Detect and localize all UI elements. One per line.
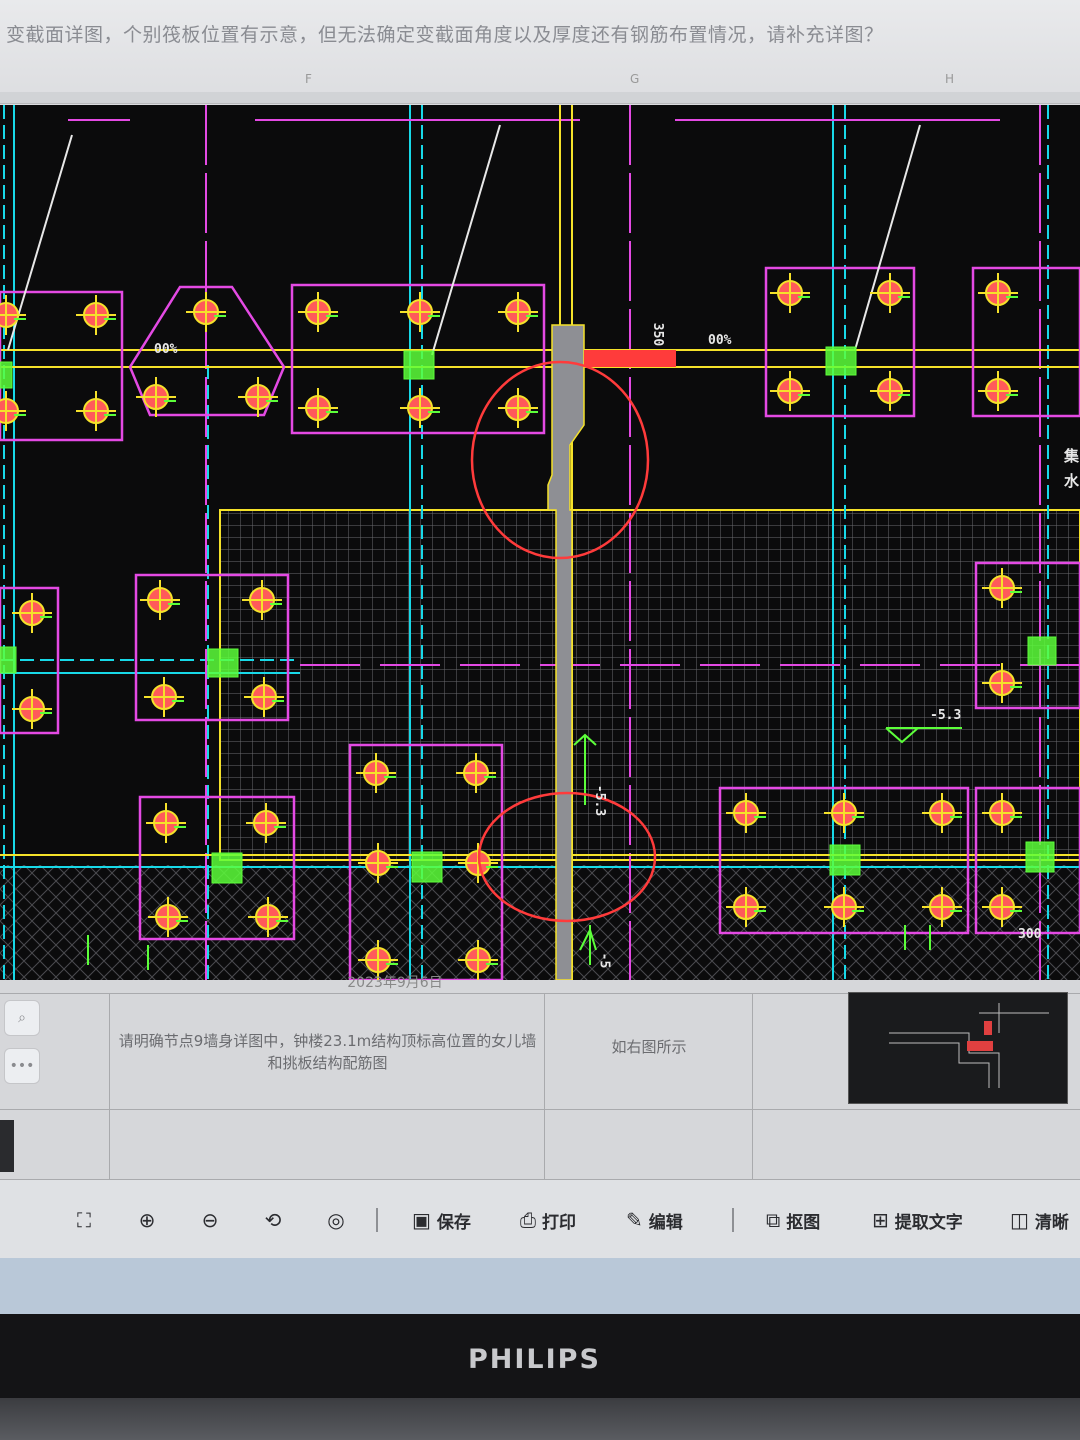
pile-symbol: [238, 377, 278, 417]
side-note-2: 水: [1064, 472, 1080, 490]
print-label: 打印: [542, 1212, 576, 1233]
date-fragment: 2023年9月6日: [347, 975, 443, 991]
toolbar-divider: [376, 1208, 378, 1232]
pile-symbol: [146, 803, 186, 843]
slab-strip: [584, 350, 676, 367]
extract-text-icon: ⊞: [872, 1208, 889, 1232]
crop-button[interactable]: ⧉ 抠图: [766, 1204, 820, 1236]
pile-symbol: [978, 273, 1018, 313]
pile-symbol: [498, 388, 538, 428]
answer-table: 2023年9月6日 请明确节点9墙身详图中，钟楼23.1m结构顶标高位置的女儿墙…: [0, 975, 1080, 1180]
toolbar-divider: [732, 1208, 734, 1232]
side-tab[interactable]: [0, 1120, 14, 1172]
pile-symbol: [12, 689, 52, 729]
pile-symbol: [870, 371, 910, 411]
thumbnail-drawing-icon: [889, 1003, 1049, 1088]
pile-symbol: [298, 388, 338, 428]
dim-vertical-label: 350: [650, 322, 666, 347]
brand-logo: PHILIPS: [468, 1344, 601, 1375]
pile-symbol: [144, 677, 184, 717]
slope-lines: [7, 124, 921, 356]
question-band: 变截面详图，个别筏板位置有示意，但无法确定变截面角度以及厚度还有钢筋布置情况，请…: [0, 0, 1080, 105]
desk-surface: [0, 1398, 1080, 1440]
table-cell-answer: 如右图所示: [545, 994, 753, 1109]
table-row: [0, 1110, 1080, 1180]
clear-button[interactable]: ◫ 清晰: [1010, 1204, 1069, 1236]
clear-label: 清晰: [1034, 1212, 1069, 1233]
question-text: 变截面详图，个别筏板位置有示意，但无法确定变截面角度以及厚度还有钢筋布置情况，请…: [6, 24, 884, 46]
table-cell-question: 请明确节点9墙身详图中，钟楼23.1m结构顶标高位置的女儿墙和挑板结构配筋图: [110, 994, 545, 1109]
pile-symbol: [770, 273, 810, 313]
cad-drawing[interactable]: 00% 00% 350 -5.3 -5.3 -5 300 集 水: [0, 105, 1080, 980]
elevation-mid-label: -5.3: [592, 784, 608, 817]
image-viewer-toolbar: ⛶ ⊕ ⊖ ⟲ ◎ ▣ 保存 ⎙ 打印 ✎ 编辑 ⧉ 抠图 ⊞ 提取文字 ◫ 清…: [0, 1180, 1080, 1258]
zoom-out-icon[interactable]: ⊖: [196, 1206, 224, 1234]
taskbar-strip: [0, 1258, 1080, 1314]
locate-icon[interactable]: ◎: [322, 1206, 350, 1234]
print-button[interactable]: ⎙ 打印: [520, 1204, 576, 1236]
pile-symbol: [186, 292, 226, 332]
extract-text-button[interactable]: ⊞ 提取文字: [872, 1204, 963, 1236]
elevation-bottom-label: -5: [596, 952, 612, 969]
table-row: 请明确节点9墙身详图中，钟楼23.1m结构顶标高位置的女儿墙和挑板结构配筋图 如…: [0, 992, 1080, 1110]
pile-symbol: [76, 391, 116, 431]
save-icon: ▣: [412, 1208, 431, 1232]
edit-label: 编辑: [648, 1212, 683, 1233]
cad-canvas: [0, 105, 1080, 980]
elevation-right-label: -5.3: [930, 708, 962, 723]
print-icon: ⎙: [520, 1208, 536, 1232]
column-header-g: G: [630, 72, 640, 86]
pile-symbol: [136, 377, 176, 417]
save-button[interactable]: ▣ 保存: [412, 1204, 471, 1236]
question-cell-text: 请明确节点9墙身详图中，钟楼23.1m结构顶标高位置的女儿墙和挑板结构配筋图: [118, 1032, 537, 1072]
side-note-1: 集: [1064, 447, 1080, 465]
table-cell: [110, 1110, 545, 1179]
table-cell: [0, 1110, 110, 1179]
column-header-h: H: [945, 72, 955, 86]
crop-label: 抠图: [786, 1212, 821, 1233]
more-icon[interactable]: •••: [4, 1048, 40, 1084]
ruler: [0, 92, 1080, 104]
dim-bottom-label: 300: [1018, 927, 1042, 942]
save-label: 保存: [436, 1212, 471, 1233]
pile-symbol: [400, 292, 440, 332]
edit-icon: ✎: [626, 1208, 643, 1232]
crop-icon: ⧉: [766, 1208, 781, 1232]
edit-button[interactable]: ✎ 编辑: [626, 1204, 683, 1236]
pile-symbol: [12, 593, 52, 633]
rotate-icon[interactable]: ⟲: [259, 1206, 287, 1234]
extract-text-label: 提取文字: [894, 1212, 963, 1233]
pile-symbol: [140, 580, 180, 620]
pile-symbol: [298, 292, 338, 332]
clarity-icon: ◫: [1010, 1208, 1029, 1232]
pile-symbol: [978, 371, 1018, 411]
slope-label-left: 00%: [154, 342, 178, 357]
fit-screen-icon[interactable]: ⛶: [70, 1206, 98, 1234]
detail-thumbnail[interactable]: [848, 992, 1068, 1104]
pile-symbol: [400, 388, 440, 428]
answer-cell-text: 如右图所示: [611, 1038, 687, 1056]
slope-label-right: 00%: [708, 333, 732, 348]
zoom-in-icon[interactable]: ⊕: [133, 1206, 161, 1234]
scan-icon[interactable]: ⌕: [4, 1000, 40, 1036]
pile-symbol: [76, 295, 116, 335]
pile-symbol: [498, 292, 538, 332]
column-header-f: F: [305, 72, 312, 86]
table-cell: [545, 1110, 753, 1179]
pile-symbol: [770, 371, 810, 411]
table-cell-image: [753, 992, 1080, 1109]
